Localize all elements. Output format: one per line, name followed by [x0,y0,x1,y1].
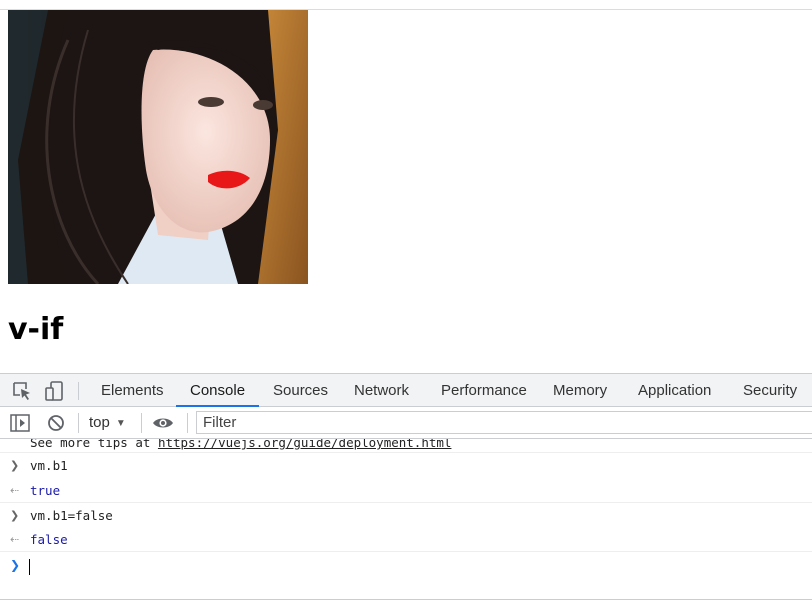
console-sidebar-icon[interactable] [10,414,30,432]
tip-link[interactable]: https://vuejs.org/guide/deployment.html [158,439,452,450]
chevron-down-icon: ▼ [115,418,126,429]
console-input-row: ❯ vm.b1=false [0,506,812,526]
filter-input[interactable] [196,411,812,434]
tab-sources[interactable]: Sources [273,374,328,407]
tab-performance[interactable]: Performance [441,374,527,407]
inspect-element-icon[interactable] [11,380,33,402]
context-selector[interactable]: top ▼ [89,407,126,438]
tab-security[interactable]: Security [743,374,797,407]
console-result-row: ⇠ false [0,530,812,550]
portrait-image [8,10,308,284]
devtools-panel: Elements Console Sources Network Perform… [0,373,812,603]
console-divider [0,551,812,552]
console-toolbar: top ▼ [0,407,812,439]
console-input-text: vm.b1=false [30,508,113,523]
chevron-right-icon: ❯ [10,459,20,472]
toolbar-separator [78,413,79,433]
tabbar-separator [78,382,79,400]
console-divider [0,502,812,503]
console-prompt[interactable]: ❯ [0,555,812,575]
console-input-text: vm.b1 [30,458,68,473]
console-result-text: true [30,483,61,498]
console-divider [0,452,812,453]
page-heading: v-if [8,312,64,347]
device-toolbar-icon[interactable] [44,380,66,402]
browser-page: v-if Elements Console Sources Network Pe… [0,0,812,603]
chevron-right-icon: ❯ [10,509,20,522]
toolbar-separator [187,413,188,433]
clear-console-icon[interactable] [46,414,66,432]
tip-text: See more tips at [30,439,158,450]
console-output: See more tips at https://vuejs.org/guide… [0,439,812,603]
console-tip-message: See more tips at https://vuejs.org/guide… [0,439,812,451]
tab-elements[interactable]: Elements [101,374,164,407]
context-value: top [89,414,110,431]
tab-console[interactable]: Console [190,374,245,407]
result-arrow-icon: ⇠ [10,484,20,497]
tab-application[interactable]: Application [638,374,711,407]
console-input-row: ❯ vm.b1 [0,456,812,476]
tab-network[interactable]: Network [354,374,409,407]
text-cursor [29,559,30,575]
live-expression-eye-icon[interactable] [152,414,173,432]
result-arrow-icon: ⇠ [10,533,20,546]
devtools-tabbar: Elements Console Sources Network Perform… [0,373,812,407]
toolbar-separator [141,413,142,433]
console-result-row: ⇠ true [0,481,812,501]
tab-memory[interactable]: Memory [553,374,607,407]
console-result-text: false [30,532,68,547]
console-bottom-border [0,599,812,600]
prompt-chevron-icon: ❯ [10,558,21,572]
